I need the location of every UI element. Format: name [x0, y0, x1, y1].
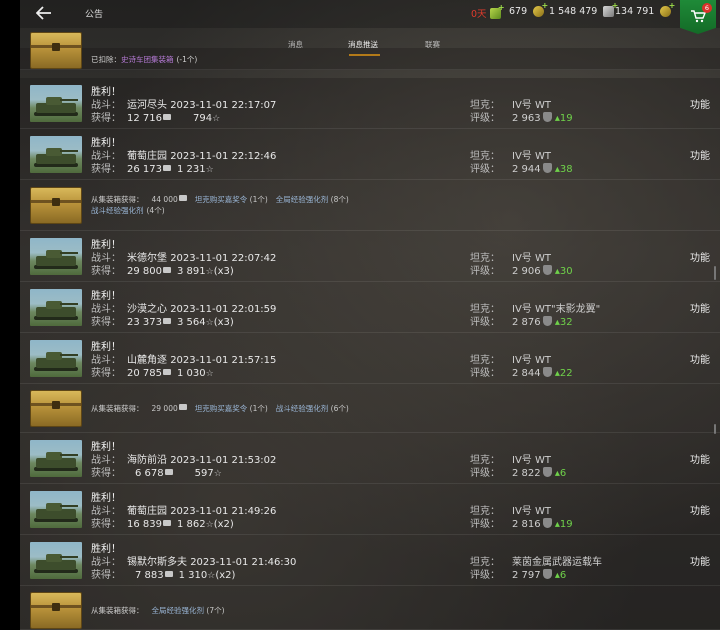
gold-amount-resource[interactable]: 679 — [509, 1, 548, 17]
function-button[interactable]: 功能 — [690, 147, 710, 162]
xp-star-icon: ☆ — [205, 369, 214, 379]
rating-shield-icon — [542, 112, 552, 122]
function-button[interactable]: 功能 — [690, 351, 710, 366]
xp-star-icon: ☆ — [205, 520, 214, 530]
battle-row[interactable]: 胜利！ 战斗： 海防前沿 2023-11-01 21:53:02 获得： 6 678… — [20, 433, 720, 484]
premium-icon — [489, 3, 505, 19]
tank-thumbnail — [30, 340, 82, 377]
reward-line: 获得： 29 800 3 891☆(x3) — [91, 266, 234, 277]
rating-shield-icon — [542, 265, 552, 275]
function-button[interactable]: 功能 — [690, 502, 710, 517]
gold-icon — [533, 1, 548, 17]
battle-row[interactable]: 胜利！ 战斗： 米德尔堡 2023-11-01 22:07:42 获得： 29 80… — [20, 231, 720, 282]
tank-thumbnail — [30, 491, 82, 528]
function-button[interactable]: 功能 — [690, 249, 710, 264]
silver-amount: 1 548 479 — [549, 6, 598, 17]
rating-line: 评级： 2 816 ▴19 — [470, 518, 573, 530]
credits-icon — [178, 195, 187, 201]
xp-star-icon: ☆ — [205, 267, 214, 277]
battle-row[interactable]: 胜利！ 战斗： 沙漠之心 2023-11-01 22:01:59 获得： 23 37… — [20, 282, 720, 333]
free-xp-amount: 134 791 — [615, 6, 655, 17]
premium-days: 0天 — [471, 9, 487, 20]
reward-line: 获得： 7 883 1 310☆(x2) — [91, 570, 236, 581]
message-list[interactable]: 已扣除：史诗车团集装箱 (-1个) 胜利！ 战斗： 运河尽头 2023-11-01 … — [20, 32, 720, 630]
container-icon — [30, 592, 82, 629]
container-line: 从集装箱获得： 全局经验强化剂 (7个) — [91, 606, 225, 615]
battle-row[interactable]: 胜利！ 战斗： 锡默尔斯多夫 2023-11-01 21:46:30 获得： 7 8… — [20, 535, 720, 586]
xp-star-icon: ☆ — [205, 165, 214, 175]
gold-amount: 679 — [509, 6, 528, 17]
reward-line: 获得： 6 678 597☆ — [91, 468, 222, 479]
battle-row[interactable]: 胜利！ 战斗： 山麓角逐 2023-11-01 21:57:15 获得： 20 78… — [20, 333, 720, 384]
battle-row[interactable]: 胜利！ 战斗： 运河尽头 2023-11-01 22:17:07 获得： 12 71… — [20, 78, 720, 129]
xp-star-icon: ☆ — [213, 469, 222, 479]
rating-shield-icon — [542, 316, 552, 326]
silver-icon — [603, 1, 618, 17]
free-xp-icon — [660, 1, 675, 17]
tank-thumbnail — [30, 136, 82, 173]
credits-icon — [163, 369, 171, 375]
reward-line: 获得： 20 785 1 030☆ — [91, 368, 214, 379]
battle-row[interactable]: 胜利！ 战斗： 葡萄庄园 2023-11-01 22:12:46 获得： 26 17… — [20, 129, 720, 180]
reward-line: 获得： 12 716 794☆ — [91, 113, 221, 124]
page-title: 公告 — [85, 10, 104, 20]
rating-line: 评级： 2 963 ▴19 — [470, 112, 573, 124]
top-bar: 公告 0天 679 1 548 479 134 791 — [20, 0, 720, 28]
container-line: 从集装箱获得： 44 000 坦克购买嘉奖令 (1个) 全局经验强化剂 (8个) — [91, 195, 349, 204]
free-xp-resource[interactable]: 134 791 — [615, 1, 675, 17]
rating-line: 评级： 2 876 ▴32 — [470, 316, 573, 328]
credits-icon — [163, 520, 171, 526]
silver-resource[interactable]: 1 548 479 — [549, 1, 618, 17]
scrollbar-marker — [714, 424, 716, 434]
container-row[interactable]: 从集装箱获得： 29 000 坦克购买嘉奖令 (1个) 战斗经验强化剂 (6个) — [20, 384, 720, 433]
tank-thumbnail — [30, 85, 82, 122]
battle-row[interactable]: 胜利！ 战斗： 葡萄庄园 2023-11-01 21:49:26 获得： 16 83… — [20, 484, 720, 535]
reward-line: 获得： 23 373 3 564☆(x3) — [91, 317, 234, 328]
tank-thumbnail — [30, 238, 82, 275]
tank-thumbnail — [30, 542, 82, 579]
function-button[interactable]: 功能 — [690, 300, 710, 315]
container-row[interactable]: 从集装箱获得： 全局经验强化剂 (7个) — [20, 586, 720, 630]
credits-icon — [163, 114, 171, 120]
function-button[interactable]: 功能 — [690, 451, 710, 466]
credits-icon — [163, 318, 171, 324]
xp-star-icon: ☆ — [212, 114, 221, 124]
container-row[interactable]: 从集装箱获得： 44 000 坦克购买嘉奖令 (1个) 全局经验强化剂 (8个) 战斗… — [20, 180, 720, 231]
shop-badge: 6 — [702, 3, 712, 13]
container-icon — [30, 32, 82, 69]
container-icon — [30, 390, 82, 427]
back-button[interactable] — [32, 2, 56, 24]
credits-icon — [164, 469, 173, 475]
gold-resource[interactable]: 0天 — [471, 3, 505, 21]
reward-line: 获得： 16 839 1 862☆(x2) — [91, 519, 234, 530]
reward-line: 获得： 26 173 1 231☆ — [91, 164, 214, 175]
scrollbar-thumb[interactable] — [714, 266, 716, 280]
deduct-text: 已扣除：史诗车团集装箱 (-1个) — [91, 55, 198, 64]
screen: 公告 0天 679 1 548 479 134 791 6 消息 消息推送 联赛 — [20, 0, 720, 630]
rating-line: 评级： 2 844 ▴22 — [470, 367, 573, 379]
rating-line: 评级： 2 906 ▴30 — [470, 265, 573, 277]
tank-thumbnail — [30, 289, 82, 326]
rating-line: 评级： 2 797 ▴6 — [470, 569, 567, 581]
function-button[interactable]: 功能 — [690, 96, 710, 111]
credits-icon — [164, 571, 173, 577]
rating-shield-icon — [542, 467, 552, 477]
credits-icon — [178, 404, 187, 410]
xp-star-icon: ☆ — [205, 318, 214, 328]
rating-shield-icon — [542, 518, 552, 528]
rating-line: 评级： 2 822 ▴6 — [470, 467, 567, 479]
container-line: 从集装箱获得： 29 000 坦克购买嘉奖令 (1个) 战斗经验强化剂 (6个) — [91, 404, 349, 413]
rating-line: 评级： 2 944 ▴38 — [470, 163, 573, 175]
tank-thumbnail — [30, 440, 82, 477]
credits-icon — [163, 267, 171, 273]
rating-shield-icon — [542, 163, 552, 173]
container-icon — [30, 187, 82, 224]
arrow-left-icon — [35, 6, 51, 20]
container-line-2: 战斗经验强化剂 (4个) — [91, 206, 165, 215]
rating-shield-icon — [542, 367, 552, 377]
list-item-partial[interactable]: 已扣除：史诗车团集装箱 (-1个) — [20, 32, 720, 70]
function-button[interactable]: 功能 — [690, 553, 710, 568]
rating-shield-icon — [542, 569, 552, 579]
credits-icon — [163, 165, 171, 171]
